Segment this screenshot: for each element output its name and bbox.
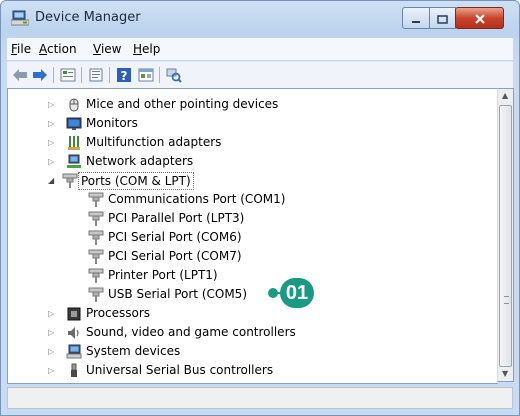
toolbar-separator bbox=[81, 67, 82, 83]
scan-hardware-icon bbox=[166, 68, 182, 83]
menu-view[interactable]: View bbox=[93, 42, 121, 56]
scroll-up-icon[interactable]: ▲ bbox=[502, 91, 508, 100]
close-button[interactable] bbox=[455, 7, 504, 29]
tree-item-port-lpt3[interactable]: PCI Parallel Port (LPT3) bbox=[8, 209, 488, 228]
title-bar[interactable]: Device Manager bbox=[1, 1, 519, 37]
usb-icon bbox=[66, 363, 82, 379]
expand-arrow-icon[interactable]: ▷ bbox=[48, 323, 56, 342]
tree-item-sound-video-game[interactable]: ▷ Sound, video and game controllers bbox=[8, 323, 488, 342]
forward-icon bbox=[33, 69, 47, 81]
tree-item-mice[interactable]: ▷ Mice and other pointing devices bbox=[8, 95, 488, 114]
port-icon bbox=[88, 192, 104, 208]
expand-arrow-icon[interactable]: ▷ bbox=[48, 304, 56, 323]
update-driver-icon bbox=[89, 68, 103, 82]
processor-icon bbox=[66, 306, 82, 322]
show-hidden-button[interactable] bbox=[137, 66, 155, 84]
grip-icon bbox=[504, 296, 509, 304]
port-icon bbox=[88, 287, 104, 303]
tree-item-usb-controllers[interactable]: ▷ Universal Serial Bus controllers bbox=[8, 361, 488, 380]
expand-arrow-icon[interactable]: ▷ bbox=[48, 133, 56, 152]
close-icon bbox=[474, 9, 486, 28]
help-icon: ? bbox=[117, 68, 131, 83]
properties-button[interactable] bbox=[59, 66, 77, 84]
tree-item-port-com1[interactable]: Communications Port (COM1) bbox=[8, 190, 488, 209]
minimize-button[interactable] bbox=[402, 7, 430, 29]
port-icon bbox=[88, 230, 104, 246]
tree-item-multifunction-adapters[interactable]: ▷ Multifunction adapters bbox=[8, 133, 488, 152]
tree-item-network-adapters[interactable]: ▷ Network adapters bbox=[8, 152, 488, 171]
expand-arrow-icon[interactable]: ▷ bbox=[48, 342, 56, 361]
tree-item-ports[interactable]: ◢ Ports (COM & LPT) bbox=[8, 171, 488, 190]
forward-button[interactable] bbox=[31, 66, 49, 84]
expand-arrow-icon[interactable]: ▷ bbox=[48, 95, 56, 114]
toolbar-separator bbox=[159, 67, 160, 83]
scrollbar-thumb[interactable] bbox=[499, 105, 512, 367]
multifunction-adapter-icon bbox=[66, 135, 82, 151]
scan-hardware-button[interactable] bbox=[165, 66, 183, 84]
maximize-icon bbox=[437, 9, 448, 28]
help-button[interactable]: ? bbox=[115, 66, 133, 84]
back-icon bbox=[13, 69, 27, 81]
callout-badge: 01 bbox=[280, 278, 314, 308]
network-adapter-icon bbox=[66, 154, 82, 170]
tree-item-port-lpt1[interactable]: Printer Port (LPT1) bbox=[8, 266, 488, 285]
device-tree[interactable]: ▷ Mice and other pointing devices ▷ Moni… bbox=[7, 88, 498, 384]
update-driver-button[interactable] bbox=[87, 66, 105, 84]
minimize-icon bbox=[411, 9, 421, 28]
device-manager-icon bbox=[10, 10, 30, 26]
tree-item-monitors[interactable]: ▷ Monitors bbox=[8, 114, 488, 133]
expand-arrow-icon[interactable]: ▷ bbox=[48, 114, 56, 133]
menu-bar: File Action View Help bbox=[7, 38, 513, 60]
mouse-icon bbox=[66, 97, 82, 113]
back-button[interactable] bbox=[11, 66, 29, 84]
scroll-down-icon[interactable]: ▼ bbox=[502, 369, 508, 378]
toolbar-separator bbox=[53, 67, 54, 83]
show-hidden-icon bbox=[138, 68, 154, 82]
monitor-icon bbox=[66, 116, 82, 132]
toolbar-separator bbox=[109, 67, 110, 83]
tree-item-port-com7[interactable]: PCI Serial Port (COM7) bbox=[8, 247, 488, 266]
tree-item-port-com5[interactable]: USB Serial Port (COM5) bbox=[8, 285, 268, 304]
menu-action[interactable]: Action bbox=[39, 42, 77, 56]
properties-icon bbox=[60, 68, 76, 82]
status-bar bbox=[7, 387, 513, 409]
port-icon bbox=[88, 268, 104, 284]
vertical-scrollbar[interactable]: ▲ ▼ bbox=[497, 88, 514, 382]
callout-dot bbox=[268, 288, 278, 298]
svg-text:?: ? bbox=[121, 69, 128, 83]
port-icon bbox=[88, 211, 104, 227]
device-manager-window: Device Manager File Action View Help ? ▷… bbox=[0, 0, 520, 416]
collapse-arrow-icon[interactable]: ◢ bbox=[48, 171, 56, 190]
menu-file[interactable]: File bbox=[11, 42, 31, 56]
tree-item-port-com6[interactable]: PCI Serial Port (COM6) bbox=[8, 228, 488, 247]
expand-arrow-icon[interactable]: ▷ bbox=[48, 361, 56, 380]
port-icon bbox=[62, 173, 78, 189]
system-device-icon bbox=[66, 344, 82, 360]
port-icon bbox=[88, 249, 104, 265]
expand-arrow-icon[interactable]: ▷ bbox=[48, 152, 56, 171]
maximize-button[interactable] bbox=[429, 7, 456, 29]
sound-icon bbox=[66, 325, 82, 341]
menu-help[interactable]: Help bbox=[133, 42, 160, 56]
tree-item-system-devices[interactable]: ▷ System devices bbox=[8, 342, 488, 361]
window-title: Device Manager bbox=[35, 10, 141, 25]
toolbar: ? bbox=[7, 61, 513, 89]
tree-item-processors[interactable]: ▷ Processors bbox=[8, 304, 488, 323]
